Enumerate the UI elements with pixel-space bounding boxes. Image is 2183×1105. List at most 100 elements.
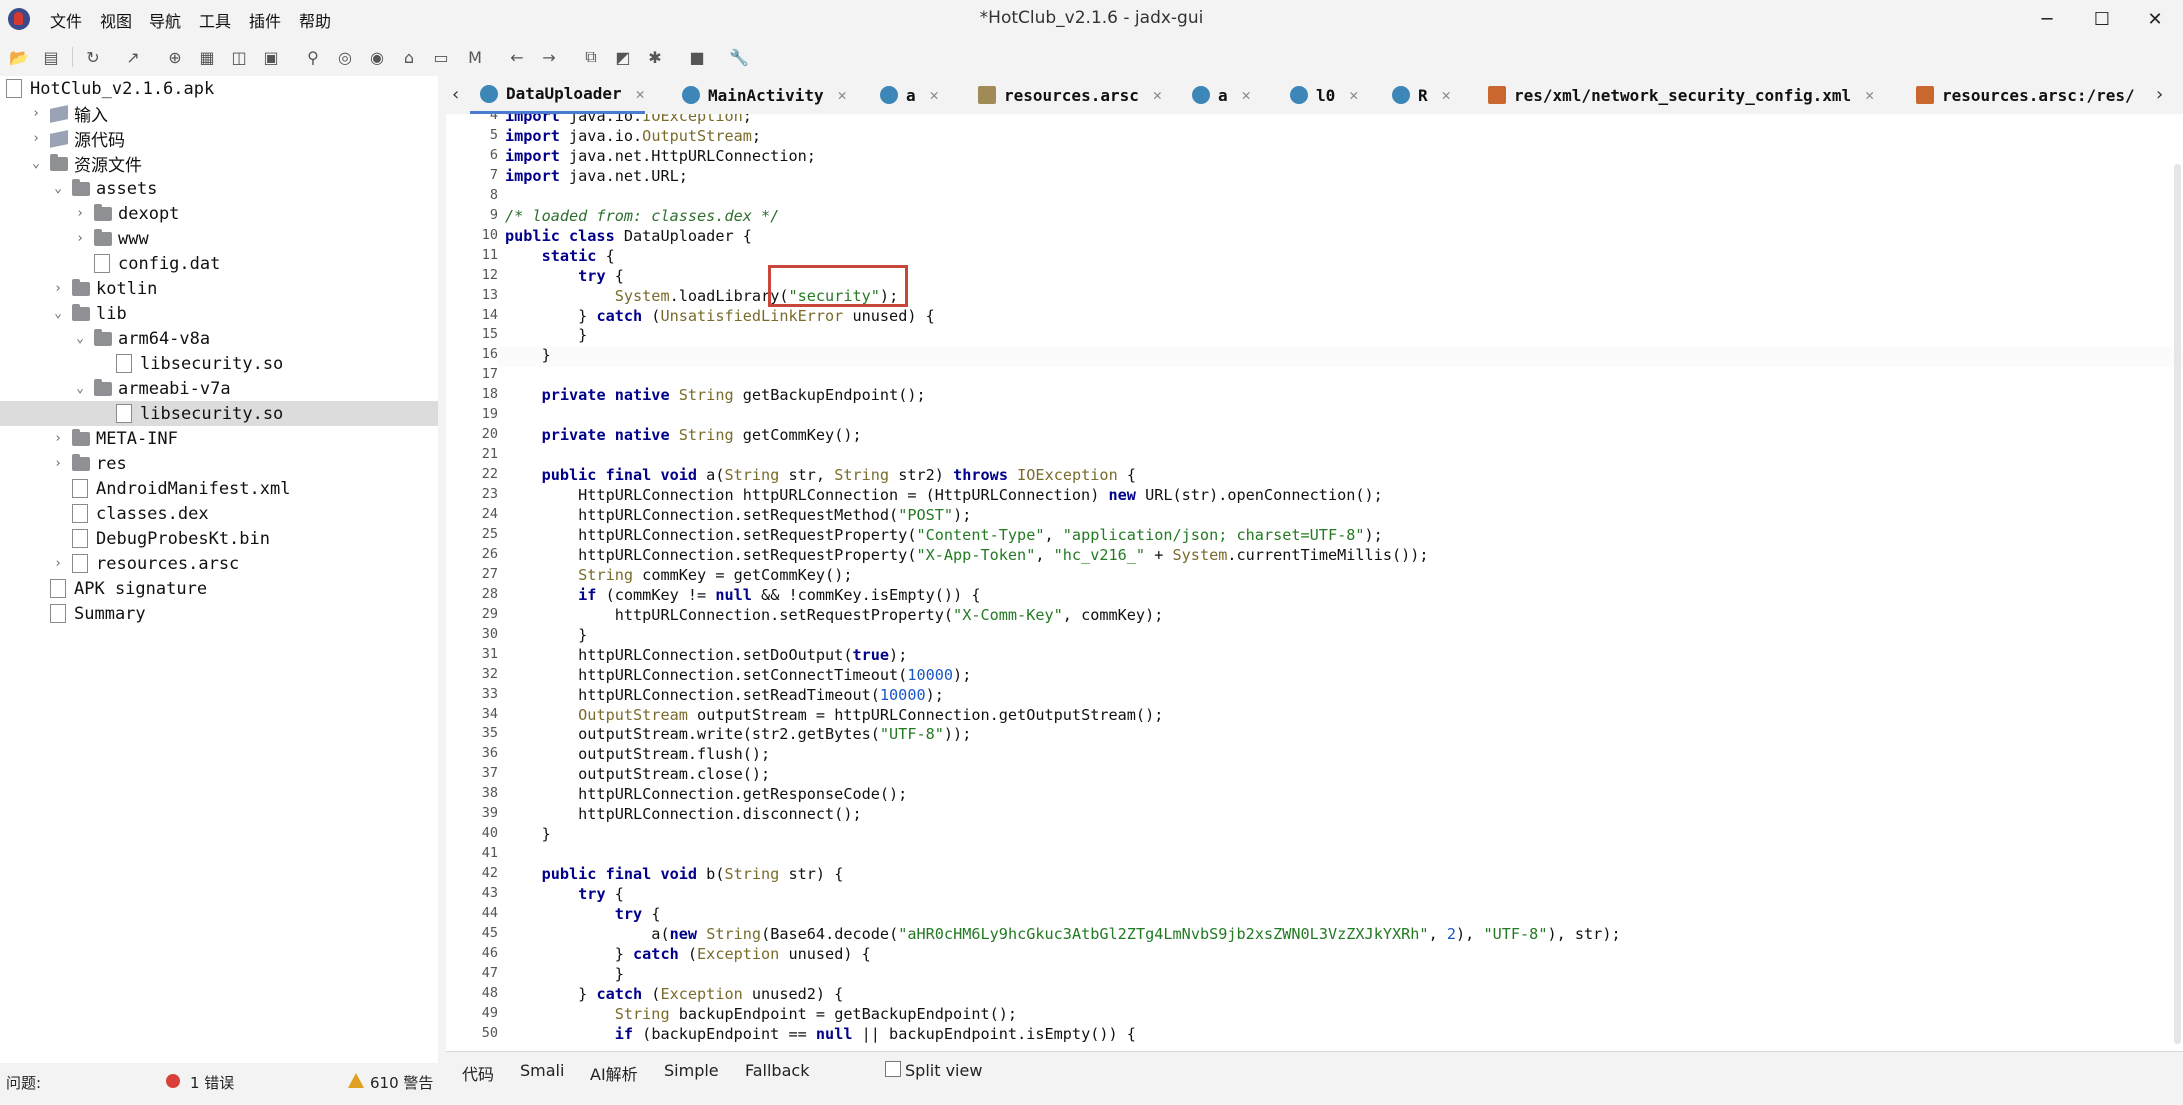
tree-item-label: DebugProbesKt.bin xyxy=(96,528,270,549)
tree-item[interactable]: ⌄ arm64-v8a xyxy=(0,326,438,351)
split-view-checkbox[interactable] xyxy=(885,1061,901,1077)
tab-close-icon[interactable]: ✕ xyxy=(1242,86,1251,104)
editor-tab[interactable]: a ✕ xyxy=(870,76,939,114)
flatten-packages-icon[interactable]: ▦ xyxy=(194,44,220,70)
tree-item[interactable]: › resources.arsc xyxy=(0,551,438,576)
maximize-button[interactable]: ☐ xyxy=(2074,0,2130,38)
tree-item[interactable]: libsecurity.so xyxy=(0,401,438,426)
tab-close-icon[interactable]: ✕ xyxy=(1865,86,1874,104)
menu-navigate[interactable]: 导航 xyxy=(149,8,181,32)
quark-icon[interactable]: ⧉ xyxy=(578,44,604,70)
editor-tab[interactable]: l0 ✕ xyxy=(1280,76,1358,114)
tab-close-icon[interactable]: ✕ xyxy=(1153,86,1162,104)
folder-icon xyxy=(94,228,112,246)
mappings-icon[interactable]: M xyxy=(462,44,488,70)
tab-scroll-left-icon[interactable]: ‹ xyxy=(452,84,459,105)
menu-plugins[interactable]: 插件 xyxy=(249,8,281,32)
debug-icon[interactable]: ✱ xyxy=(642,44,668,70)
tree-item[interactable]: AndroidManifest.xml xyxy=(0,476,438,501)
tree-item[interactable]: HotClub_v2.1.6.apk xyxy=(0,76,438,101)
code-editor[interactable]: 4 5 6 7 8 9 10 11 12 13 14 15 16 17 18 19 20 21 22 23 24 25 26… xyxy=(446,114,2183,1051)
reload-icon[interactable]: ↻ xyxy=(80,44,106,70)
chevron-right-icon[interactable]: › xyxy=(51,456,65,471)
chevron-right-icon[interactable]: › xyxy=(29,106,43,121)
menu-view[interactable]: 视图 xyxy=(100,8,132,32)
panel-splitter[interactable] xyxy=(438,76,446,1063)
error-count[interactable]: 1 错误 xyxy=(190,1072,234,1093)
tree-item[interactable]: › kotlin xyxy=(0,276,438,301)
warning-count[interactable]: 610 警告 xyxy=(370,1072,433,1093)
log-viewer-icon[interactable]: ▭ xyxy=(428,44,454,70)
search-icon[interactable]: ⚲ xyxy=(300,44,326,70)
chevron-right-icon[interactable]: › xyxy=(29,131,43,146)
chevron-down-icon[interactable]: ⌄ xyxy=(73,381,87,396)
minimize-button[interactable]: ─ xyxy=(2019,0,2075,38)
home-icon[interactable]: ⌂ xyxy=(396,44,422,70)
settings-wrench-icon[interactable]: 🔧 xyxy=(726,44,752,70)
menu-file[interactable]: 文件 xyxy=(50,8,82,32)
code-line: import java.io.OutputStream; xyxy=(505,126,762,145)
editor-tab[interactable]: R ✕ xyxy=(1382,76,1451,114)
tab-code[interactable]: 代码 xyxy=(462,1061,494,1085)
chevron-right-icon[interactable]: › xyxy=(73,231,87,246)
tree-item[interactable]: libsecurity.so xyxy=(0,351,438,376)
split-view-label[interactable]: Split view xyxy=(905,1061,982,1080)
tree-item[interactable]: › res xyxy=(0,451,438,476)
tree-item[interactable]: › 输入 xyxy=(0,101,438,126)
chevron-right-icon[interactable]: › xyxy=(51,556,65,571)
terminal-icon[interactable]: ■ xyxy=(684,44,710,70)
tab-close-icon[interactable]: ✕ xyxy=(1349,86,1358,104)
chevron-right-icon[interactable]: › xyxy=(73,206,87,221)
editor-tab[interactable]: a ✕ xyxy=(1182,76,1251,114)
chevron-down-icon[interactable]: ⌄ xyxy=(51,306,65,321)
sync-tree-icon[interactable]: ⊕ xyxy=(162,44,188,70)
tab-simple[interactable]: Simple xyxy=(664,1061,719,1080)
find-class-icon[interactable]: ◎ xyxy=(332,44,358,70)
close-button[interactable]: ✕ xyxy=(2127,0,2183,38)
editor-tab[interactable]: resources.arsc:/res/ xyxy=(1906,76,2135,114)
tree-item[interactable]: ⌄ lib xyxy=(0,301,438,326)
vertical-scrollbar[interactable] xyxy=(2174,164,2181,1044)
bookmark-icon[interactable]: ◩ xyxy=(610,44,636,70)
editor-tab[interactable]: res/xml/network_security_config.xml ✕ xyxy=(1478,76,1874,114)
tab-scroll-right-icon[interactable]: › xyxy=(2156,84,2163,105)
back-icon[interactable]: ← xyxy=(504,44,530,70)
tree-item[interactable]: › META-INF xyxy=(0,426,438,451)
hide-icon[interactable]: ◫ xyxy=(226,44,252,70)
chevron-right-icon[interactable]: › xyxy=(51,281,65,296)
tab-close-icon[interactable]: ✕ xyxy=(636,85,645,103)
tree-item[interactable]: › www xyxy=(0,226,438,251)
tree-item[interactable]: ⌄ 资源文件 xyxy=(0,151,438,176)
tree-item[interactable]: Summary xyxy=(0,601,438,626)
tree-item[interactable]: DebugProbesKt.bin xyxy=(0,526,438,551)
tab-close-icon[interactable]: ✕ xyxy=(1442,86,1451,104)
add-files-icon[interactable]: ▤ xyxy=(38,44,64,70)
menu-help[interactable]: 帮助 xyxy=(299,8,331,32)
find-usage-icon[interactable]: ◉ xyxy=(364,44,390,70)
chevron-down-icon[interactable]: ⌄ xyxy=(51,181,65,196)
editor-tab[interactable]: DataUploader ✕ xyxy=(470,76,645,114)
editor-tab[interactable]: MainActivity ✕ xyxy=(672,76,847,114)
export-icon[interactable]: ↗ xyxy=(120,44,146,70)
tab-close-icon[interactable]: ✕ xyxy=(930,86,939,104)
tab-fallback[interactable]: Fallback xyxy=(745,1061,809,1080)
tree-item[interactable]: › 源代码 xyxy=(0,126,438,151)
tab-ai-analysis[interactable]: AI解析 xyxy=(590,1061,638,1085)
deobfuscation-icon[interactable]: ▣ xyxy=(258,44,284,70)
chevron-down-icon[interactable]: ⌄ xyxy=(29,156,43,171)
tree-item[interactable]: APK signature xyxy=(0,576,438,601)
tab-smali[interactable]: Smali xyxy=(520,1061,564,1080)
forward-icon[interactable]: → xyxy=(536,44,562,70)
tree-item[interactable]: ⌄ armeabi-v7a xyxy=(0,376,438,401)
menu-tools[interactable]: 工具 xyxy=(199,8,231,32)
tree-item[interactable]: classes.dex xyxy=(0,501,438,526)
tree-item[interactable]: config.dat xyxy=(0,251,438,276)
tree-item[interactable]: ⌄ assets xyxy=(0,176,438,201)
editor-tab[interactable]: resources.arsc ✕ xyxy=(968,76,1162,114)
open-file-icon[interactable]: 📂 xyxy=(6,44,32,70)
project-tree[interactable]: HotClub_v2.1.6.apk › 输入 › 源代码 ⌄ 资源文件 ⌄ assets › de… xyxy=(0,76,439,1063)
tree-item[interactable]: › dexopt xyxy=(0,201,438,226)
tab-close-icon[interactable]: ✕ xyxy=(838,86,847,104)
chevron-down-icon[interactable]: ⌄ xyxy=(73,331,87,346)
chevron-right-icon[interactable]: › xyxy=(51,431,65,446)
